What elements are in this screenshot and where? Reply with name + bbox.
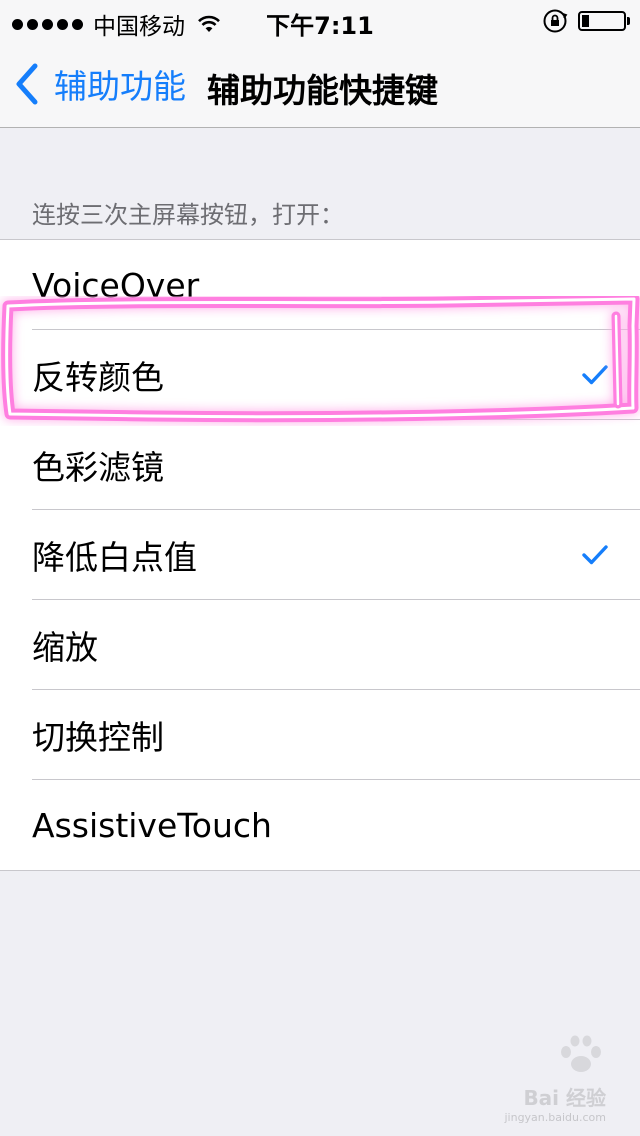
battery-level-fill [582, 15, 589, 27]
checkmark-icon [582, 545, 608, 565]
checkmark-icon [582, 365, 608, 385]
list-item-label: VoiceOver [32, 265, 200, 305]
list-item-label: 反转颜色 [32, 358, 164, 397]
list-item-voiceover[interactable]: VoiceOver [0, 240, 640, 330]
back-button-label: 辅助功能 [54, 67, 186, 106]
list-item-label: AssistiveTouch [32, 805, 272, 845]
list-item-color-filters[interactable]: 色彩滤镜 [0, 420, 640, 510]
page-title: 辅助功能快捷键 [207, 71, 438, 110]
list-item-label: 缩放 [32, 628, 98, 667]
watermark-logo-text: Bai 经验 [523, 1086, 606, 1110]
battery-icon [578, 11, 630, 31]
status-right [542, 8, 630, 34]
chevron-left-icon [16, 63, 38, 105]
status-bar: 中国移动 下午7:11 [0, 0, 640, 40]
shortcut-options-list: VoiceOver 反转颜色 色彩滤镜 降低白点值 缩放 切换控制 Assist… [0, 239, 640, 871]
rotation-lock-icon [543, 9, 568, 33]
back-button[interactable]: 辅助功能 [14, 60, 186, 108]
list-item-label: 降低白点值 [32, 538, 197, 577]
list-item-label: 切换控制 [32, 718, 164, 757]
watermark-url: jingyan.baidu.com [504, 1111, 606, 1124]
watermark: Bai 经验 jingyan.baidu.com [486, 1034, 606, 1124]
list-item-invert-colors[interactable]: 反转颜色 [0, 330, 640, 420]
list-item-reduce-white-point[interactable]: 降低白点值 [0, 510, 640, 600]
list-item-label: 色彩滤镜 [32, 448, 164, 487]
list-item-assistivetouch[interactable]: AssistiveTouch [0, 780, 640, 870]
list-item-zoom[interactable]: 缩放 [0, 600, 640, 690]
paw-logo-icon [561, 1035, 601, 1072]
navigation-bar: 辅助功能 辅助功能快捷键 [0, 40, 640, 128]
list-item-switch-control[interactable]: 切换控制 [0, 690, 640, 780]
section-header: 连按三次主屏幕按钮，打开： [32, 201, 344, 229]
